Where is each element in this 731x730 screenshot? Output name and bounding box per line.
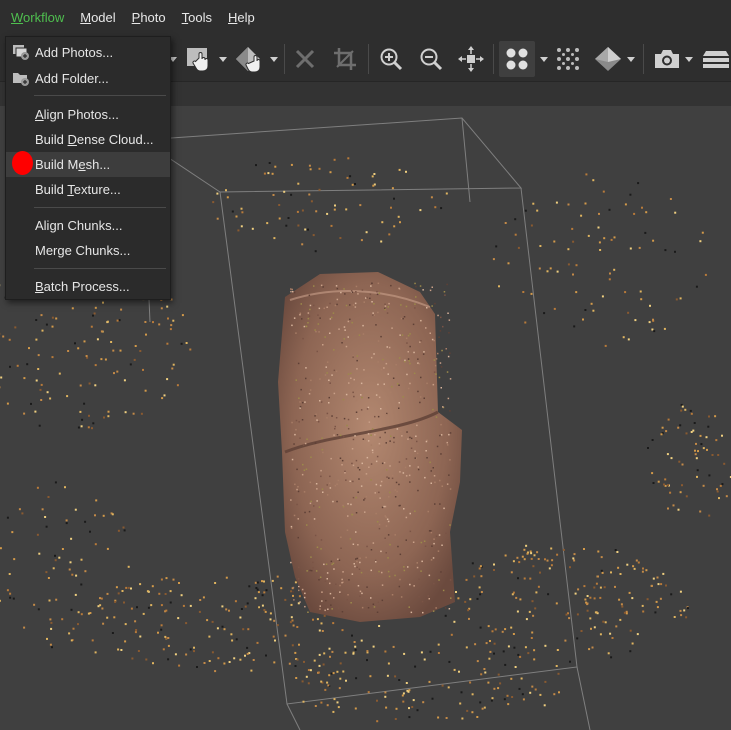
rock-model[interactable] xyxy=(278,272,462,622)
menu-item-add-folder[interactable]: Add Folder... xyxy=(6,66,170,91)
navigation-icon xyxy=(236,47,261,73)
reset-view-button[interactable] xyxy=(454,41,488,77)
model-view-button[interactable] xyxy=(590,41,638,77)
menu-item-build-texture[interactable]: Build Texture... xyxy=(6,177,170,202)
reset-view-icon xyxy=(458,46,484,72)
rectangle-select-button[interactable] xyxy=(182,41,230,77)
toolbar-separator xyxy=(493,44,494,74)
rectangle-select-icon xyxy=(187,48,209,72)
camera-button[interactable] xyxy=(649,41,697,77)
zoom-in-button[interactable] xyxy=(375,41,407,77)
menu-item-batch-process[interactable]: Batch Process... xyxy=(6,274,170,299)
toolbar-separator xyxy=(284,44,285,74)
layers-button[interactable] xyxy=(701,41,731,77)
menu-separator xyxy=(34,268,166,269)
delete-icon xyxy=(295,49,315,69)
menu-help[interactable]: Help xyxy=(221,0,262,36)
menu-model[interactable]: Model xyxy=(73,0,122,36)
zoom-in-icon xyxy=(380,48,403,71)
dense-cloud-icon xyxy=(557,48,579,70)
add-folder-icon xyxy=(13,73,29,86)
add-photos-icon xyxy=(13,45,29,60)
click-marker xyxy=(12,151,33,175)
camera-icon xyxy=(655,50,679,68)
point-cloud-button[interactable] xyxy=(499,41,535,77)
chevron-down-icon xyxy=(219,56,227,62)
delete-button[interactable] xyxy=(290,41,320,77)
crop-icon xyxy=(334,48,356,70)
point-cloud-dropdown[interactable] xyxy=(535,41,549,77)
menu-item-merge-chunks[interactable]: Merge Chunks... xyxy=(6,238,170,263)
dense-cloud-button[interactable] xyxy=(553,41,583,77)
menu-item-build-dense-cloud[interactable]: Build Dense Cloud... xyxy=(6,127,170,152)
menu-workflow[interactable]: Workflow xyxy=(4,0,71,36)
chevron-down-icon xyxy=(685,56,693,62)
toolbar-separator xyxy=(368,44,369,74)
crop-button[interactable] xyxy=(328,41,362,77)
zoom-out-button[interactable] xyxy=(415,41,447,77)
chevron-down-icon xyxy=(540,56,548,62)
menu-photo[interactable]: Photo xyxy=(125,0,173,36)
toolbar-separator xyxy=(643,44,644,74)
menu-separator xyxy=(34,95,166,96)
layers-icon xyxy=(703,51,729,68)
menu-item-align-chunks[interactable]: Align Chunks... xyxy=(6,213,170,238)
menu-separator xyxy=(34,207,166,208)
zoom-out-icon xyxy=(420,48,443,71)
menu-bar: Workflow Model Photo Tools Help xyxy=(0,0,731,36)
chevron-down-icon xyxy=(270,56,278,62)
navigation-button[interactable] xyxy=(232,41,280,77)
model-view-icon xyxy=(595,47,621,71)
point-cloud-icon xyxy=(506,48,528,70)
chevron-down-icon xyxy=(627,56,635,62)
menu-item-add-photos[interactable]: Add Photos... xyxy=(6,40,170,65)
menu-tools[interactable]: Tools xyxy=(175,0,219,36)
menu-item-align-photos[interactable]: Align Photos... xyxy=(6,102,170,127)
